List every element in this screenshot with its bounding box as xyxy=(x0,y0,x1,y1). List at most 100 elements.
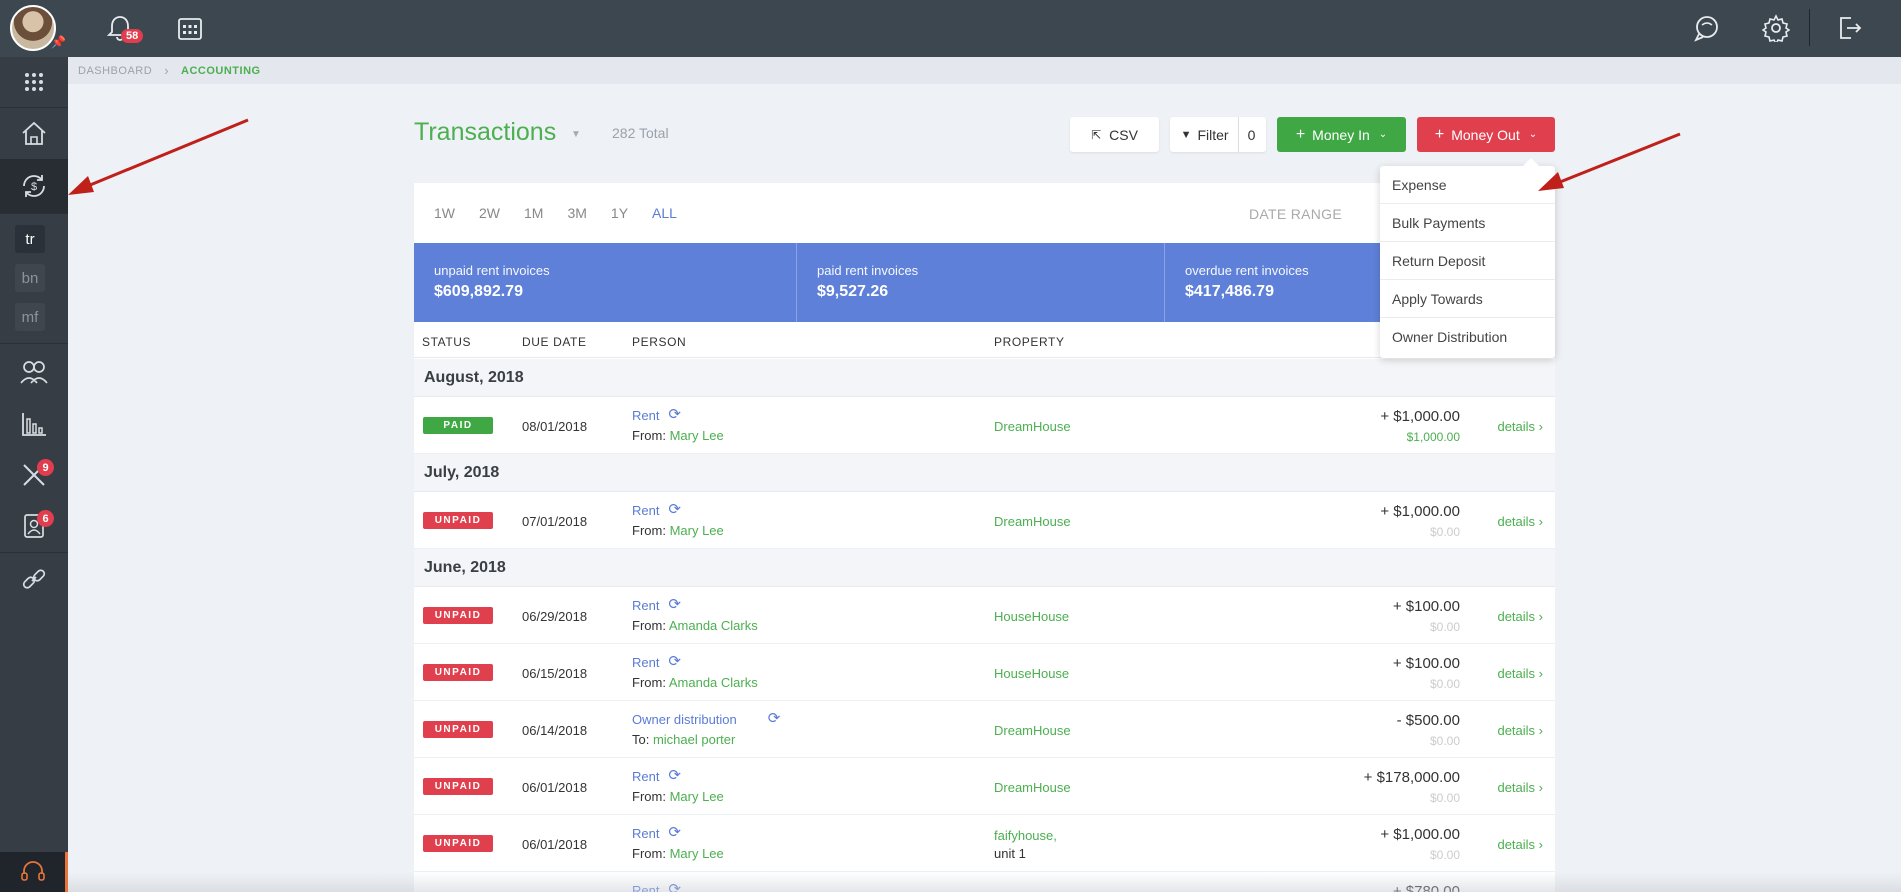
column-property[interactable]: PROPERTY xyxy=(994,335,1065,349)
table-row[interactable]: UNPAID 06/29/2018 Rent ⟳ From: Amanda Cl… xyxy=(414,587,1555,644)
range-all[interactable]: ALL xyxy=(652,205,677,221)
stat-paid[interactable]: paid rent invoices $9,527.26 xyxy=(797,243,1165,322)
transaction-type-link[interactable]: Rent xyxy=(632,408,659,423)
support-headset-icon[interactable] xyxy=(0,852,68,892)
paid-amount: $0.00 xyxy=(1429,848,1460,862)
svg-text:$: $ xyxy=(31,181,37,193)
filter-button[interactable]: ▼ Filter 0 xyxy=(1170,117,1266,152)
range-1y[interactable]: 1Y xyxy=(611,205,628,221)
column-status[interactable]: STATUS xyxy=(422,335,471,349)
csv-button[interactable]: ⇱ CSV xyxy=(1070,117,1159,152)
range-1m[interactable]: 1M xyxy=(524,205,543,221)
transaction-type-link[interactable]: Owner distribution xyxy=(632,712,737,727)
details-link[interactable]: details › xyxy=(1497,514,1543,529)
property-unit: unit 1 xyxy=(994,846,1026,861)
page-title[interactable]: Transactions xyxy=(414,118,556,147)
person-link[interactable]: michael porter xyxy=(653,732,735,747)
table-row[interactable]: UNPAID 06/15/2018 Rent ⟳ From: Amanda Cl… xyxy=(414,644,1555,701)
people-icon[interactable] xyxy=(0,347,68,397)
money-in-button[interactable]: + Money In ⌄ xyxy=(1277,117,1406,152)
breadcrumb-dashboard[interactable]: DASHBOARD xyxy=(78,65,152,77)
property-link[interactable]: DreamHouse xyxy=(994,419,1071,434)
maintenance-badge: 9 xyxy=(37,459,54,476)
properties-icon[interactable] xyxy=(0,107,68,159)
logout-icon[interactable] xyxy=(1833,12,1865,44)
property-link[interactable]: faifyhouse, unit 1 xyxy=(994,828,1057,861)
person-link[interactable]: Amanda Clarks xyxy=(669,618,758,633)
property-name[interactable]: HouseHouse xyxy=(994,609,1069,624)
maintenance-tools-icon[interactable] xyxy=(0,450,68,500)
column-due-date[interactable]: DUE DATE xyxy=(522,335,587,349)
person-link[interactable]: Mary Lee xyxy=(670,428,724,443)
reports-chart-icon[interactable] xyxy=(0,399,68,449)
table-row[interactable]: UNPAID 06/01/2018 Rent ⟳ From: Mary Lee … xyxy=(414,758,1555,815)
sidebar-divider xyxy=(0,213,68,214)
stat-value: $9,527.26 xyxy=(817,283,889,300)
stat-unpaid[interactable]: unpaid rent invoices $609,892.79 xyxy=(414,243,797,322)
property-name[interactable]: DreamHouse xyxy=(994,514,1071,529)
menu-item-bulk-payments[interactable]: Bulk Payments xyxy=(1380,204,1555,242)
user-avatar[interactable] xyxy=(10,5,56,51)
gear-icon[interactable] xyxy=(1760,12,1792,44)
transaction-type-link[interactable]: Rent xyxy=(632,769,659,784)
paid-amount: $1,000.00 xyxy=(1406,430,1460,444)
menu-item-apply-towards[interactable]: Apply Towards xyxy=(1380,280,1555,318)
person-link[interactable]: Amanda Clarks xyxy=(669,675,758,690)
menu-item-expense[interactable]: Expense xyxy=(1380,166,1555,204)
transaction-type-link[interactable]: Rent xyxy=(632,826,659,841)
table-row[interactable]: PAID 08/01/2018 Rent ⟳ From: Mary Lee Dr… xyxy=(414,397,1555,454)
table-row[interactable]: UNPAID 06/01/2018 Rent ⟳ From: Mary Lee … xyxy=(414,815,1555,872)
scroll-fade xyxy=(68,872,1901,892)
person-link[interactable]: Mary Lee xyxy=(670,846,724,861)
sidebar-tag-mf[interactable]: mf xyxy=(15,303,45,331)
link-icon[interactable] xyxy=(0,554,68,604)
contacts-icon[interactable] xyxy=(0,501,68,551)
sidebar-tag-bn[interactable]: bn xyxy=(15,264,45,292)
property-name[interactable]: DreamHouse xyxy=(994,419,1071,434)
details-link[interactable]: details › xyxy=(1497,780,1543,795)
property-link[interactable]: DreamHouse xyxy=(994,780,1071,795)
top-bar: 📌 58 xyxy=(0,0,1901,57)
details-link[interactable]: details › xyxy=(1497,723,1543,738)
range-1w[interactable]: 1W xyxy=(434,205,455,221)
accounting-icon[interactable]: $ xyxy=(0,159,68,213)
property-name[interactable]: faifyhouse, xyxy=(994,828,1057,843)
recurring-icon: ⟳ xyxy=(668,824,681,841)
sidebar-divider xyxy=(0,552,68,553)
paid-amount: $0.00 xyxy=(1429,620,1460,634)
property-name[interactable]: HouseHouse xyxy=(994,666,1069,681)
property-link[interactable]: DreamHouse xyxy=(994,723,1071,738)
column-person[interactable]: PERSON xyxy=(632,335,686,349)
person-link[interactable]: Mary Lee xyxy=(670,523,724,538)
property-link[interactable]: HouseHouse xyxy=(994,666,1069,681)
caret-down-icon[interactable]: ▼ xyxy=(571,129,581,140)
calendar-icon[interactable] xyxy=(174,12,206,44)
table-row[interactable]: UNPAID 07/01/2018 Rent ⟳ From: Mary Lee … xyxy=(414,492,1555,549)
details-link[interactable]: details › xyxy=(1497,837,1543,852)
person-line: To: michael porter xyxy=(632,732,735,747)
property-name[interactable]: DreamHouse xyxy=(994,723,1071,738)
due-date: 06/14/2018 xyxy=(522,723,588,738)
details-link[interactable]: details › xyxy=(1497,666,1543,681)
property-link[interactable]: HouseHouse xyxy=(994,609,1069,624)
direction-label: From: xyxy=(632,523,666,538)
transaction-type-link[interactable]: Rent xyxy=(632,598,659,613)
property-link[interactable]: DreamHouse xyxy=(994,514,1071,529)
details-link[interactable]: details › xyxy=(1497,419,1543,434)
menu-item-owner-distribution[interactable]: Owner Distribution xyxy=(1380,318,1555,356)
amount: + $100.00 xyxy=(1392,655,1460,672)
chat-icon[interactable] xyxy=(1691,12,1723,44)
transaction-type-link[interactable]: Rent xyxy=(632,503,659,518)
menu-item-return-deposit[interactable]: Return Deposit xyxy=(1380,242,1555,280)
sidebar-tag-tr[interactable]: tr xyxy=(15,225,45,253)
person-link[interactable]: Mary Lee xyxy=(670,789,724,804)
table-row[interactable]: UNPAID 06/14/2018 Owner distribution ⟳ T… xyxy=(414,701,1555,758)
apps-grid-icon[interactable] xyxy=(0,57,68,107)
range-2w[interactable]: 2W xyxy=(479,205,500,221)
property-name[interactable]: DreamHouse xyxy=(994,780,1071,795)
date-range-label[interactable]: DATE RANGE xyxy=(1249,206,1342,222)
details-link[interactable]: details › xyxy=(1497,609,1543,624)
amount: + $100.00 xyxy=(1392,598,1460,615)
range-3m[interactable]: 3M xyxy=(567,205,586,221)
transaction-type-link[interactable]: Rent xyxy=(632,655,659,670)
